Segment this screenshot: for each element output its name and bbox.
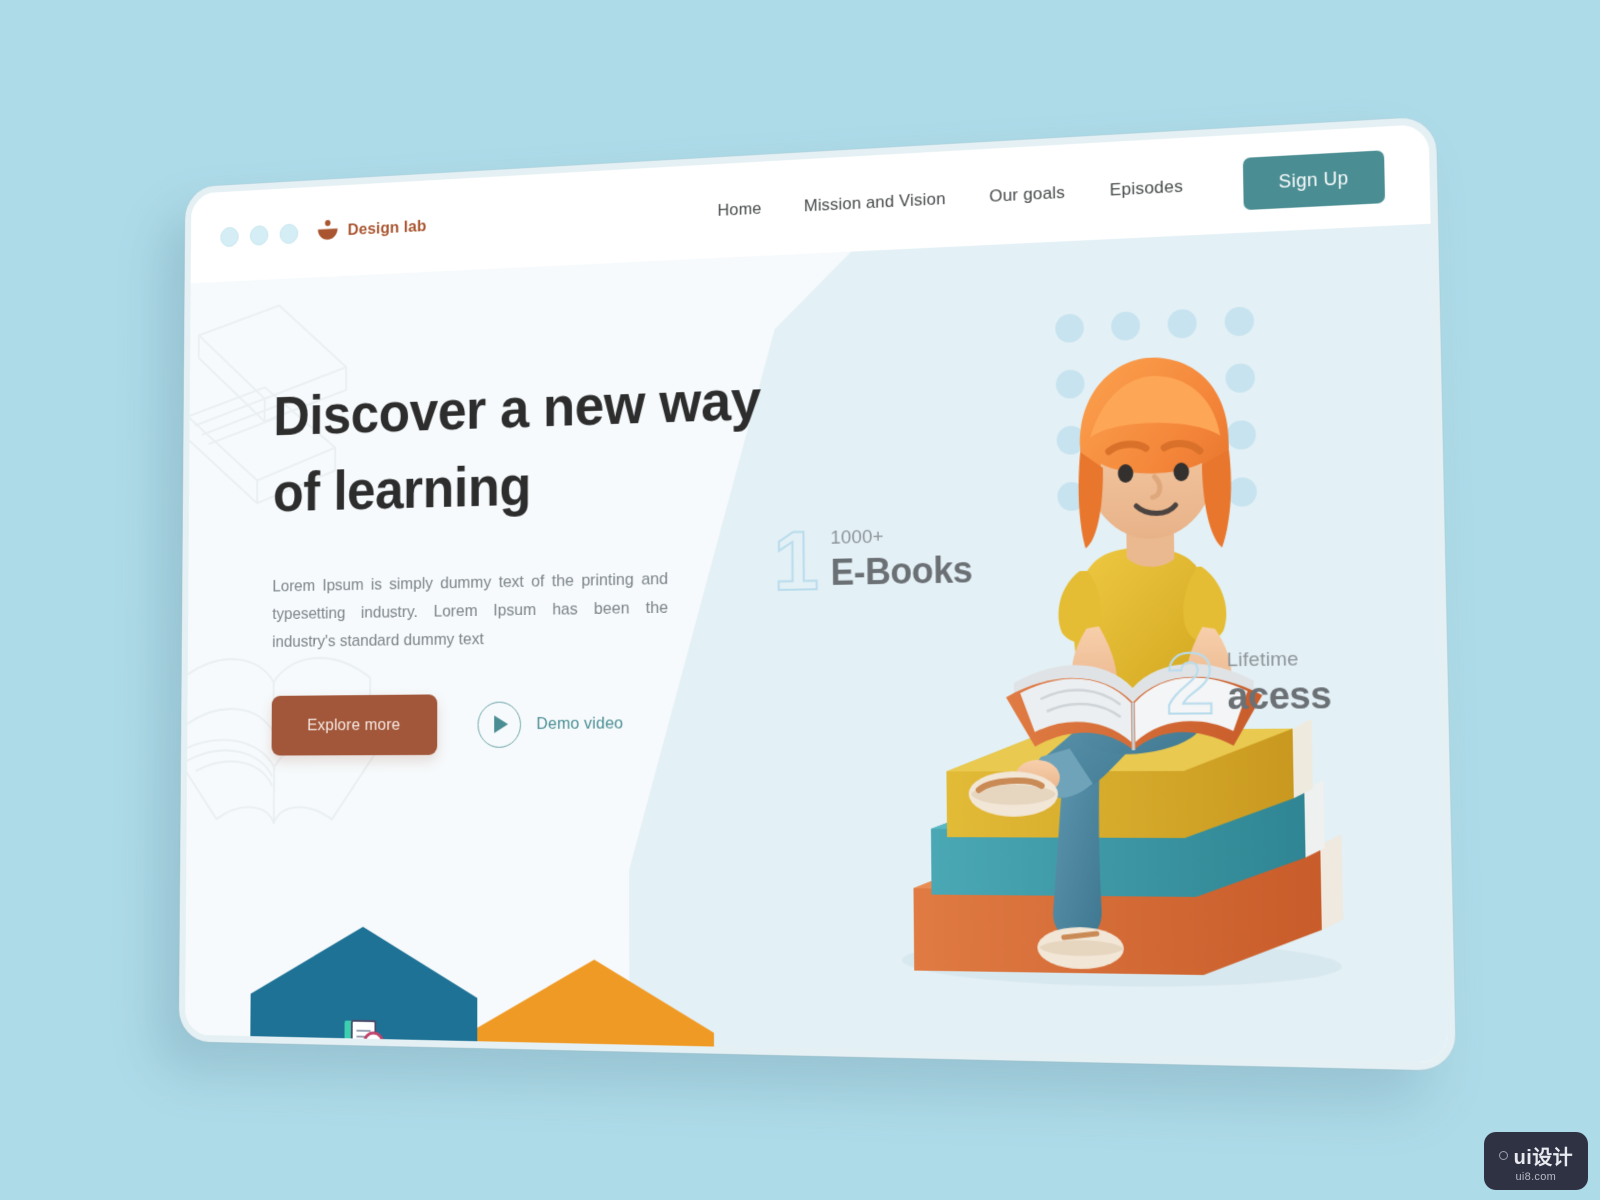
- hero-section: Discover a new way of learning Lorem Ips…: [184, 223, 1449, 1064]
- stat-small-1: 1000+: [830, 526, 884, 549]
- page-title: Discover a new way of learning: [273, 359, 810, 532]
- stat-big-2: acess: [1226, 673, 1332, 718]
- stat-big-1: E-Books: [830, 548, 973, 593]
- headline-line-1: Discover a new way: [273, 368, 761, 448]
- hero-cta-row: Explore more Demo video: [271, 691, 812, 756]
- nav-link-goals[interactable]: Our goals: [989, 183, 1065, 207]
- traffic-light-dots: [220, 223, 299, 247]
- watermark-badge: ui设计 ui8.com: [1483, 1132, 1588, 1190]
- window-dot-minimize[interactable]: [249, 224, 269, 246]
- main-navigation: Home Mission and Vision Our goals Episod…: [717, 149, 1386, 236]
- stat-number-1: 1: [772, 512, 818, 609]
- hero-copy-block: Discover a new way of learning Lorem Ips…: [271, 359, 812, 756]
- nav-link-episodes[interactable]: Episodes: [1110, 176, 1184, 200]
- browser-window: Design lab Home Mission and Vision Our g…: [178, 116, 1456, 1071]
- watermark-sub-text: ui8.com: [1515, 1171, 1557, 1183]
- smile-bowl-icon: [316, 218, 340, 245]
- perspective-stage: Design lab Home Mission and Vision Our g…: [0, 0, 1600, 1200]
- stat-lifetime-access: 2 Lifetime acess: [1164, 633, 1332, 733]
- explore-more-button[interactable]: Explore more: [271, 694, 437, 756]
- nav-link-mission[interactable]: Mission and Vision: [804, 189, 946, 216]
- demo-video-link[interactable]: Demo video: [477, 701, 623, 748]
- headline-line-2: of learning: [272, 455, 532, 525]
- play-icon[interactable]: [477, 701, 521, 748]
- watermark-ring-icon: [1498, 1151, 1508, 1160]
- stat-text-1: 1000+ E-Books: [830, 523, 972, 598]
- book-search-icon: [337, 1013, 388, 1064]
- stat-number-2: 2: [1164, 633, 1214, 733]
- watermark-main-row: ui设计: [1498, 1141, 1573, 1170]
- window-dot-maximize[interactable]: [279, 223, 299, 244]
- stat-small-2: Lifetime: [1226, 648, 1299, 672]
- feature-card-explore[interactable]: Explore: [250, 925, 478, 1063]
- window-dot-close[interactable]: [220, 226, 239, 247]
- stat-text-2: Lifetime acess: [1227, 647, 1332, 722]
- watermark-main-text: ui设计: [1513, 1147, 1573, 1169]
- globe-pin-icon: [568, 1047, 621, 1063]
- brand-logo[interactable]: Design lab: [316, 213, 427, 244]
- brand-name: Design lab: [347, 216, 427, 239]
- sign-up-button[interactable]: Sign Up: [1242, 149, 1386, 210]
- hero-paragraph: Lorem Ipsum is simply dummy text of the …: [272, 568, 669, 652]
- nav-link-home[interactable]: Home: [718, 199, 762, 221]
- demo-video-label: Demo video: [536, 713, 624, 734]
- stat-ebooks: 1 1000+ E-Books: [772, 512, 972, 609]
